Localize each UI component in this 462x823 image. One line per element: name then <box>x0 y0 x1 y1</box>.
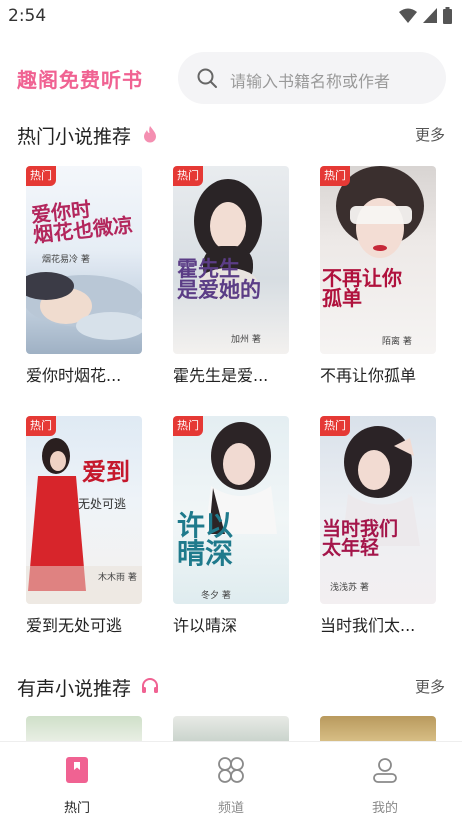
hot-badge: 热门 <box>26 166 56 186</box>
user-icon <box>373 758 397 783</box>
search-input[interactable]: 请输入书籍名称或作者 <box>178 52 446 104</box>
nav-label-channel: 频道 <box>217 801 244 816</box>
hot-badge: 热门 <box>173 166 203 186</box>
headphones-icon <box>142 678 158 693</box>
nav-item-hot[interactable]: 热门 <box>0 742 154 823</box>
nav-label-hot: 热门 <box>63 801 90 816</box>
search-icon <box>197 68 217 88</box>
book-card[interactable]: 爱你时 烟花也微凉 烟花易冷 著 热门 爱你时烟花... <box>26 166 142 388</box>
book-cover: 不再让你 孤单 陌离 著 热门 <box>320 166 436 354</box>
status-time: 2:54 <box>8 6 47 26</box>
cover-author: 木木雨 著 <box>98 573 137 583</box>
book-cover: 爱到 无处可逃 木木雨 著 热门 <box>26 416 142 604</box>
hot-badge: 热门 <box>26 416 56 436</box>
hot-badge: 热门 <box>320 416 350 436</box>
audio-book-cover[interactable] <box>26 716 142 742</box>
cover-title: 不再让你 孤单 <box>322 266 402 310</box>
book-card[interactable]: 爱到 无处可逃 木木雨 著 热门 爱到无处可逃 <box>26 416 142 638</box>
audio-book-cover[interactable] <box>173 716 289 742</box>
cover-title: 爱到 <box>82 457 130 486</box>
cover-subtitle: 无处可逃 <box>78 497 127 511</box>
wifi-icon <box>399 8 417 23</box>
cover-author: 加州 著 <box>231 335 261 345</box>
book-title: 当时我们太... <box>320 616 416 635</box>
bookmark-icon <box>66 757 88 783</box>
book-cover: 爱你时 烟花也微凉 烟花易冷 著 热门 <box>26 166 142 354</box>
search-placeholder: 请输入书籍名称或作者 <box>230 72 391 91</box>
nav-item-mine[interactable]: 我的 <box>308 742 462 823</box>
book-title: 不再让你孤单 <box>320 366 417 385</box>
hot-section-header: 热门小说推荐 更多 <box>0 120 462 150</box>
cover-art <box>336 166 424 258</box>
book-title: 爱你时烟花... <box>26 366 122 385</box>
battery-icon <box>443 7 452 24</box>
book-card[interactable]: 不再让你 孤单 陌离 著 热门 不再让你孤单 <box>320 166 436 388</box>
audio-section-title: 有声小说推荐 <box>17 678 132 700</box>
cover-art <box>342 426 420 546</box>
book-cover: 霍先生 是爱她的 加州 著 热门 <box>173 166 289 354</box>
cover-author: 冬夕 著 <box>201 591 231 601</box>
hot-section-title: 热门小说推荐 <box>17 126 132 148</box>
book-title: 霍先生是爱... <box>173 366 269 385</box>
status-icons <box>399 7 452 24</box>
cover-title: 许以 晴深 <box>177 509 234 570</box>
cover-author: 浅浅苏 著 <box>330 583 369 593</box>
cover-title: 霍先生 是爱她的 <box>177 256 261 302</box>
grid-icon <box>218 757 244 783</box>
status-bar: 2:54 <box>0 0 462 32</box>
cover-title: 爱你时 烟花也微凉 <box>29 197 135 248</box>
cover-title: 当时我们 太年轻 <box>322 518 399 559</box>
flame-icon <box>144 126 156 143</box>
app-title: 趣阁免费听书 <box>17 68 143 92</box>
hot-badge: 热门 <box>320 166 350 186</box>
hot-badge: 热门 <box>173 416 203 436</box>
cover-author: 陌离 著 <box>382 337 412 347</box>
cover-author: 烟花易冷 著 <box>42 255 90 265</box>
audio-section-header: 有声小说推荐 更多 <box>0 672 462 702</box>
book-title: 许以晴深 <box>173 616 238 635</box>
audio-more-link[interactable]: 更多 <box>415 676 445 697</box>
book-cover: 当时我们 太年轻 浅浅苏 著 热门 <box>320 416 436 604</box>
bottom-nav: 热门 频道 我的 <box>0 741 462 823</box>
app-header: 趣阁免费听书 请输入书籍名称或作者 <box>0 40 462 120</box>
cell-signal-icon <box>423 8 437 23</box>
hot-more-link[interactable]: 更多 <box>415 124 445 145</box>
nav-label-mine: 我的 <box>371 801 398 816</box>
audio-book-cover[interactable] <box>320 716 436 742</box>
book-card[interactable]: 许以 晴深 冬夕 著 热门 许以晴深 <box>173 416 289 638</box>
book-title: 爱到无处可逃 <box>26 616 123 635</box>
nav-item-channel[interactable]: 频道 <box>154 742 308 823</box>
book-card[interactable]: 当时我们 太年轻 浅浅苏 著 热门 当时我们太... <box>320 416 436 638</box>
book-card[interactable]: 霍先生 是爱她的 加州 著 热门 霍先生是爱... <box>173 166 289 388</box>
book-cover: 许以 晴深 冬夕 著 热门 <box>173 416 289 604</box>
